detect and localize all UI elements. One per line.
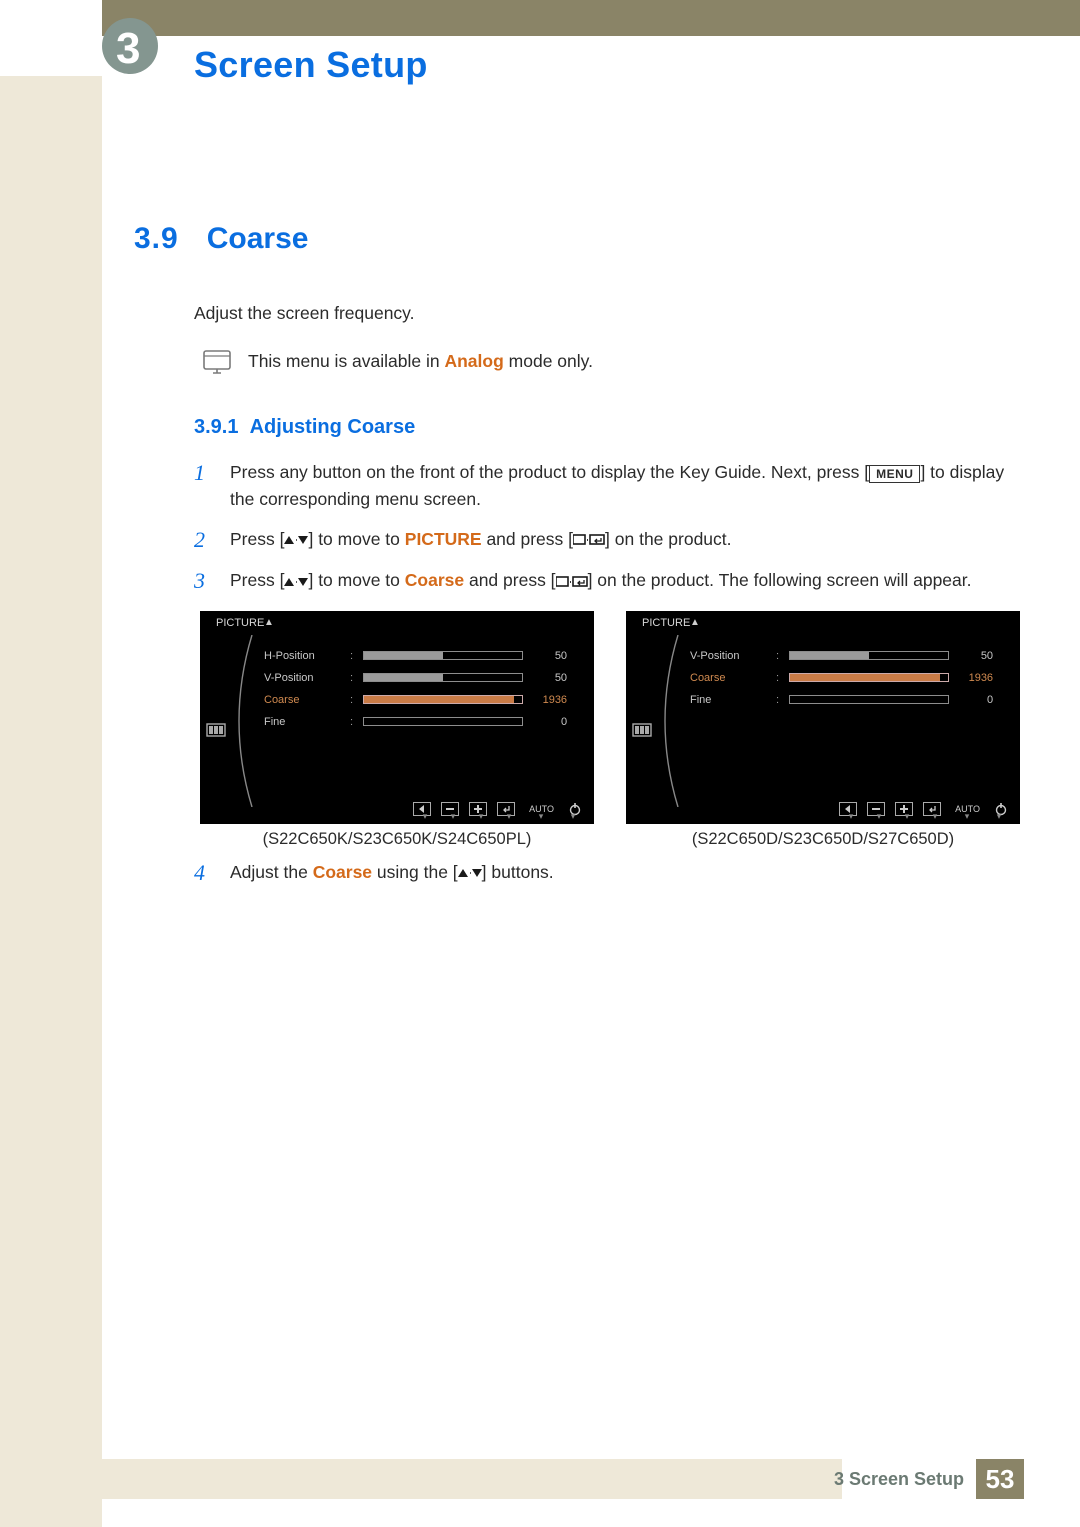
up-down-icon: [458, 867, 482, 879]
osd-item-value: 50: [531, 672, 567, 684]
osd-item-label: V-Position: [264, 672, 342, 684]
osd-slider: [789, 673, 949, 682]
header-band: [0, 0, 1080, 36]
page: 3 Screen Setup 3.9 Coarse Adjust the scr…: [0, 0, 1080, 1527]
up-down-icon: [284, 534, 308, 546]
osd-item: Coarse:1936: [264, 689, 582, 711]
osd-item-value: 0: [957, 694, 993, 706]
note-text-suffix: mode only.: [504, 351, 593, 371]
up-down-icon: [284, 576, 308, 588]
subsection-title: Adjusting Coarse: [250, 416, 416, 438]
osd-slider: [363, 695, 523, 704]
osd-item: V-Position:50: [690, 645, 1008, 667]
osd-title: PICTURE: [642, 617, 690, 629]
osd-left-caption: (S22C650K/S23C650K/S24C650PL): [263, 830, 532, 849]
osd-side-icon: [632, 723, 652, 737]
osd-item-label: Coarse: [264, 694, 342, 706]
osd-item: V-Position:50: [264, 667, 582, 689]
note-text-prefix: This menu is available in: [248, 351, 444, 371]
osd-right: PICTURE ▲ V-Position:50Coarse:1936Fine:0…: [626, 611, 1020, 824]
chapter-title: Screen Setup: [194, 44, 1024, 86]
section-lead: Adjust the screen frequency.: [194, 300, 1024, 326]
section-title: Coarse: [207, 222, 309, 256]
osd-item: Fine:0: [690, 689, 1008, 711]
osd-side-icon: [206, 723, 226, 737]
step-number-1: 1: [194, 459, 212, 512]
osd-item-value: 1936: [531, 694, 567, 706]
osd-item: Coarse:1936: [690, 667, 1008, 689]
osd-curve-icon: [648, 635, 684, 807]
osd-left: PICTURE ▲ H-Position:50V-Position:50Coar…: [200, 611, 594, 824]
osd-slider: [363, 651, 523, 660]
osd-item-label: Fine: [264, 716, 342, 728]
left-sidebar: [0, 36, 102, 1527]
footer-chapter-label: 3 Screen Setup: [834, 1469, 964, 1490]
step-2: Press [] to move to PICTURE and press []…: [230, 526, 1024, 554]
osd-title: PICTURE: [216, 617, 264, 629]
step-1: Press any button on the front of the pro…: [230, 459, 1024, 512]
note-icon: [202, 348, 232, 376]
step-4: Adjust the Coarse using the [] buttons.: [230, 859, 1024, 887]
osd-item-label: V-Position: [690, 650, 768, 662]
subsection-number: 3.9.1: [194, 416, 238, 438]
osd-slider: [789, 695, 949, 704]
page-number: 53: [976, 1459, 1024, 1499]
osd-curve-icon: [222, 635, 258, 807]
osd-item-value: 50: [531, 650, 567, 662]
step-number-4: 4: [194, 859, 212, 887]
osd-item-value: 1936: [957, 672, 993, 684]
osd-slider: [363, 673, 523, 682]
osd-up-arrow-icon: ▲: [690, 617, 700, 628]
step-number-2: 2: [194, 526, 212, 554]
osd-slider: [363, 717, 523, 726]
osd-item-label: Fine: [690, 694, 768, 706]
screens-enter-icon: [573, 533, 605, 547]
osd-item: Fine:0: [264, 711, 582, 733]
step-3: Press [] to move to Coarse and press [] …: [230, 567, 1024, 595]
step2-highlight: PICTURE: [405, 529, 482, 549]
chapter-number: 3: [116, 24, 140, 74]
osd-right-caption: (S22C650D/S23C650D/S27C650D): [692, 830, 954, 849]
note-row: This menu is available in Analog mode on…: [202, 348, 1024, 376]
osd-item-label: H-Position: [264, 650, 342, 662]
menu-key-icon: MENU: [869, 465, 920, 483]
note-highlight: Analog: [444, 351, 503, 371]
step3-highlight: Coarse: [405, 570, 464, 590]
osd-slider: [789, 651, 949, 660]
osd-item-value: 0: [531, 716, 567, 728]
left-sidebar-top: [0, 0, 102, 76]
screens-enter-icon: [556, 575, 588, 589]
osd-up-arrow-icon: ▲: [264, 617, 274, 628]
osd-figures: PICTURE ▲ H-Position:50V-Position:50Coar…: [200, 611, 1024, 849]
osd-item: H-Position:50: [264, 645, 582, 667]
section-number: 3.9: [134, 222, 179, 256]
osd-item-value: 50: [957, 650, 993, 662]
step4-highlight: Coarse: [313, 862, 372, 882]
step-number-3: 3: [194, 567, 212, 595]
osd-item-label: Coarse: [690, 672, 768, 684]
